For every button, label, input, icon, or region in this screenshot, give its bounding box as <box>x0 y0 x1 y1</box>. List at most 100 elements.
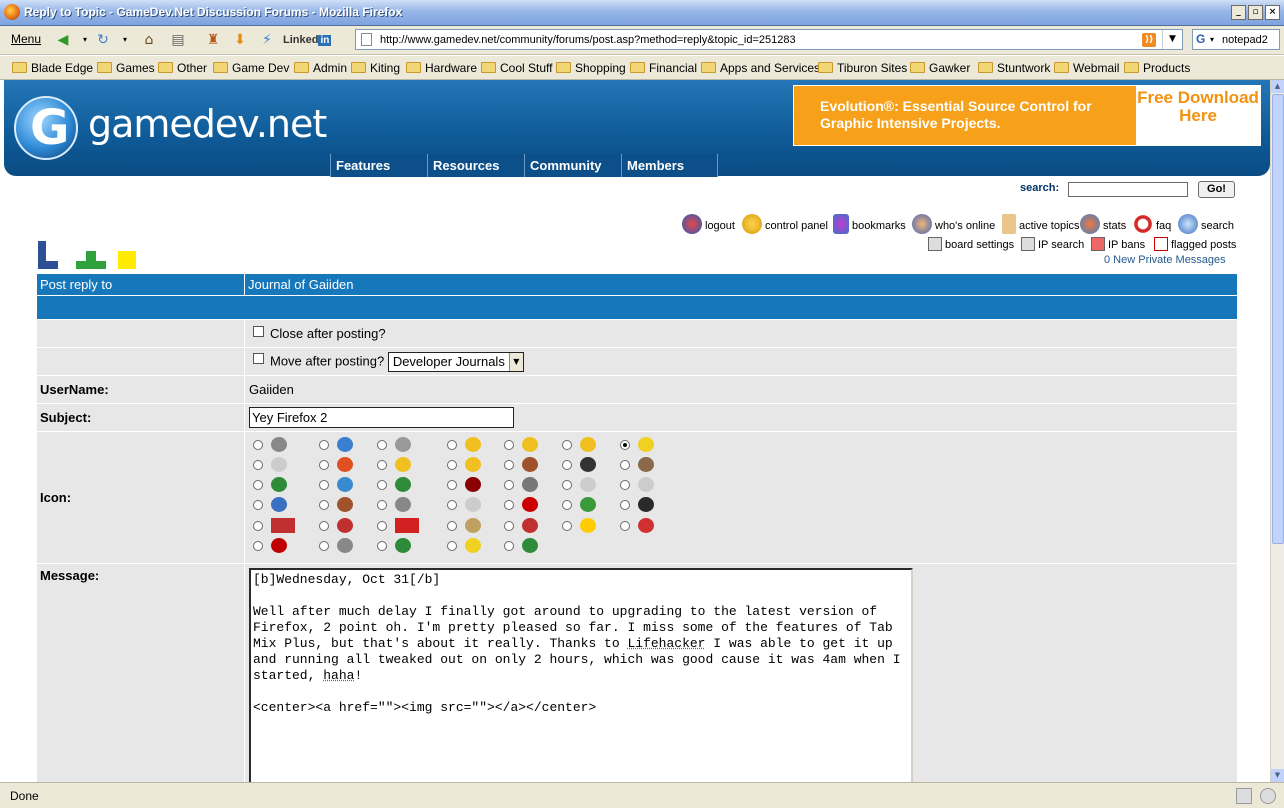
bookmark-folder[interactable]: Other <box>158 61 207 75</box>
post-icon-option[interactable] <box>620 517 674 534</box>
post-icon-option[interactable] <box>620 477 674 493</box>
whos-online-link[interactable]: who's online <box>912 214 995 234</box>
move-destination-select[interactable]: Developer Journals ▼ <box>387 351 524 372</box>
post-icon-option[interactable] <box>504 497 558 513</box>
post-icon-option[interactable] <box>504 517 558 534</box>
bookmark-folder[interactable]: Hardware <box>406 61 477 75</box>
post-icon-option[interactable] <box>253 477 307 493</box>
bookmark-folder[interactable]: Admin <box>294 61 347 75</box>
icon-radio[interactable] <box>377 500 387 511</box>
icon-radio[interactable] <box>319 520 329 531</box>
status-page-icon[interactable] <box>1236 788 1252 804</box>
ip-search-link[interactable]: IP search <box>1021 237 1084 251</box>
post-icon-option[interactable] <box>562 517 616 534</box>
flagged-posts-link[interactable]: flagged posts <box>1154 237 1236 251</box>
url-text[interactable]: http://www.gamedev.net/community/forums/… <box>380 34 796 46</box>
back-dropdown-icon[interactable]: ▾ <box>76 31 94 49</box>
google-icon[interactable]: G <box>1196 32 1205 46</box>
bookmark-folder[interactable]: Game Dev <box>213 61 289 75</box>
post-icon-option[interactable] <box>253 436 307 453</box>
nav-features[interactable]: Features <box>330 154 427 177</box>
icon-radio[interactable] <box>504 500 514 511</box>
icon-radio[interactable] <box>253 439 263 450</box>
post-icon-option[interactable] <box>562 436 616 453</box>
post-icon-option[interactable] <box>447 497 501 513</box>
icon-radio[interactable] <box>562 439 572 450</box>
icon-radio[interactable] <box>319 439 329 450</box>
menu-button[interactable]: Menu <box>11 32 41 46</box>
close-after-checkbox[interactable] <box>253 326 264 337</box>
url-dropdown-icon[interactable]: ▼ <box>1162 30 1182 49</box>
status-addon-icon[interactable] <box>1260 788 1276 804</box>
post-icon-option[interactable] <box>319 477 373 493</box>
ad-cta[interactable]: Free Download Here <box>1136 86 1260 145</box>
icon-radio[interactable] <box>447 439 457 450</box>
search-link[interactable]: search <box>1178 214 1234 234</box>
post-icon-option[interactable] <box>377 456 431 473</box>
icon-radio[interactable] <box>562 480 572 491</box>
icon-radio[interactable] <box>319 480 329 491</box>
search-value[interactable]: notepad2 <box>1222 34 1268 46</box>
close-button[interactable]: × <box>1265 5 1280 20</box>
icon-radio[interactable] <box>620 520 630 531</box>
icon-radio[interactable] <box>620 459 630 470</box>
icon-radio[interactable] <box>253 459 263 470</box>
post-icon-option[interactable] <box>447 517 501 534</box>
minimize-button[interactable]: _ <box>1231 5 1246 20</box>
bookmark-folder[interactable]: Cool Stuff <box>481 61 552 75</box>
bookmark-folder[interactable]: Products <box>1124 61 1190 75</box>
icon-radio[interactable] <box>253 480 263 491</box>
icon-radio[interactable] <box>319 500 329 511</box>
print-icon[interactable]: ▤ <box>169 31 187 49</box>
post-icon-option[interactable] <box>377 497 431 513</box>
post-icon-option[interactable] <box>620 497 674 513</box>
bookmark-folder[interactable]: Tiburon Sites <box>818 61 907 75</box>
logout-link[interactable]: logout <box>682 214 735 234</box>
icon-radio[interactable] <box>447 500 457 511</box>
icon-radio[interactable] <box>377 541 387 551</box>
icon-radio[interactable] <box>504 459 514 470</box>
icon-radio[interactable] <box>319 459 329 470</box>
post-icon-option[interactable] <box>253 517 307 534</box>
icon-radio[interactable] <box>562 459 572 470</box>
icon-radio[interactable] <box>504 480 514 491</box>
post-icon-option[interactable] <box>504 538 558 554</box>
scroll-down-icon[interactable]: ▼ <box>1271 769 1284 782</box>
address-bar[interactable]: http://www.gamedev.net/community/forums/… <box>355 29 1183 50</box>
back-icon[interactable]: ◀ <box>54 31 72 49</box>
site-search-input[interactable] <box>1068 182 1188 197</box>
move-after-checkbox[interactable] <box>253 352 264 364</box>
post-icon-option[interactable] <box>319 436 373 453</box>
post-icon-option[interactable] <box>504 456 558 473</box>
stats-link[interactable]: stats <box>1080 214 1126 234</box>
bookmark-folder[interactable]: Apps and Services <box>701 61 820 75</box>
icon-radio[interactable] <box>253 541 263 551</box>
icon-radio[interactable] <box>562 500 572 511</box>
rss-icon[interactable]: )) <box>1142 33 1156 47</box>
private-messages-link[interactable]: 0 New Private Messages <box>1104 254 1226 266</box>
post-icon-option[interactable] <box>253 497 307 513</box>
post-icon-option[interactable] <box>377 477 431 493</box>
extension-icon[interactable]: ♜ <box>204 31 222 49</box>
active-topics-link[interactable]: active topics <box>1002 214 1080 234</box>
board-settings-link[interactable]: board settings <box>928 237 1014 251</box>
icon-radio[interactable] <box>447 541 457 551</box>
post-icon-option[interactable] <box>447 436 501 453</box>
vertical-scrollbar[interactable]: ▲ ▼ <box>1270 80 1284 782</box>
nav-members[interactable]: Members <box>621 154 718 177</box>
post-icon-option[interactable] <box>319 538 373 554</box>
maximize-button[interactable]: ▫ <box>1248 5 1263 20</box>
download-icon[interactable]: ⬇ <box>231 31 249 49</box>
go-button[interactable]: Go! <box>1198 181 1235 198</box>
icon-radio[interactable] <box>377 439 387 450</box>
post-icon-option[interactable] <box>253 456 307 473</box>
reload-dropdown-icon[interactable]: ▾ <box>116 31 134 49</box>
bookmark-folder[interactable]: Stuntwork <box>978 61 1050 75</box>
post-icon-option[interactable] <box>562 456 616 473</box>
bookmark-folder[interactable]: Financial <box>630 61 697 75</box>
icon-radio[interactable] <box>620 439 630 450</box>
message-textarea[interactable]: [b]Wednesday, Oct 31[/b] Well after much… <box>249 568 913 782</box>
post-icon-option[interactable] <box>447 538 501 554</box>
post-icon-option[interactable] <box>504 436 558 453</box>
scroll-thumb[interactable] <box>1272 94 1284 544</box>
